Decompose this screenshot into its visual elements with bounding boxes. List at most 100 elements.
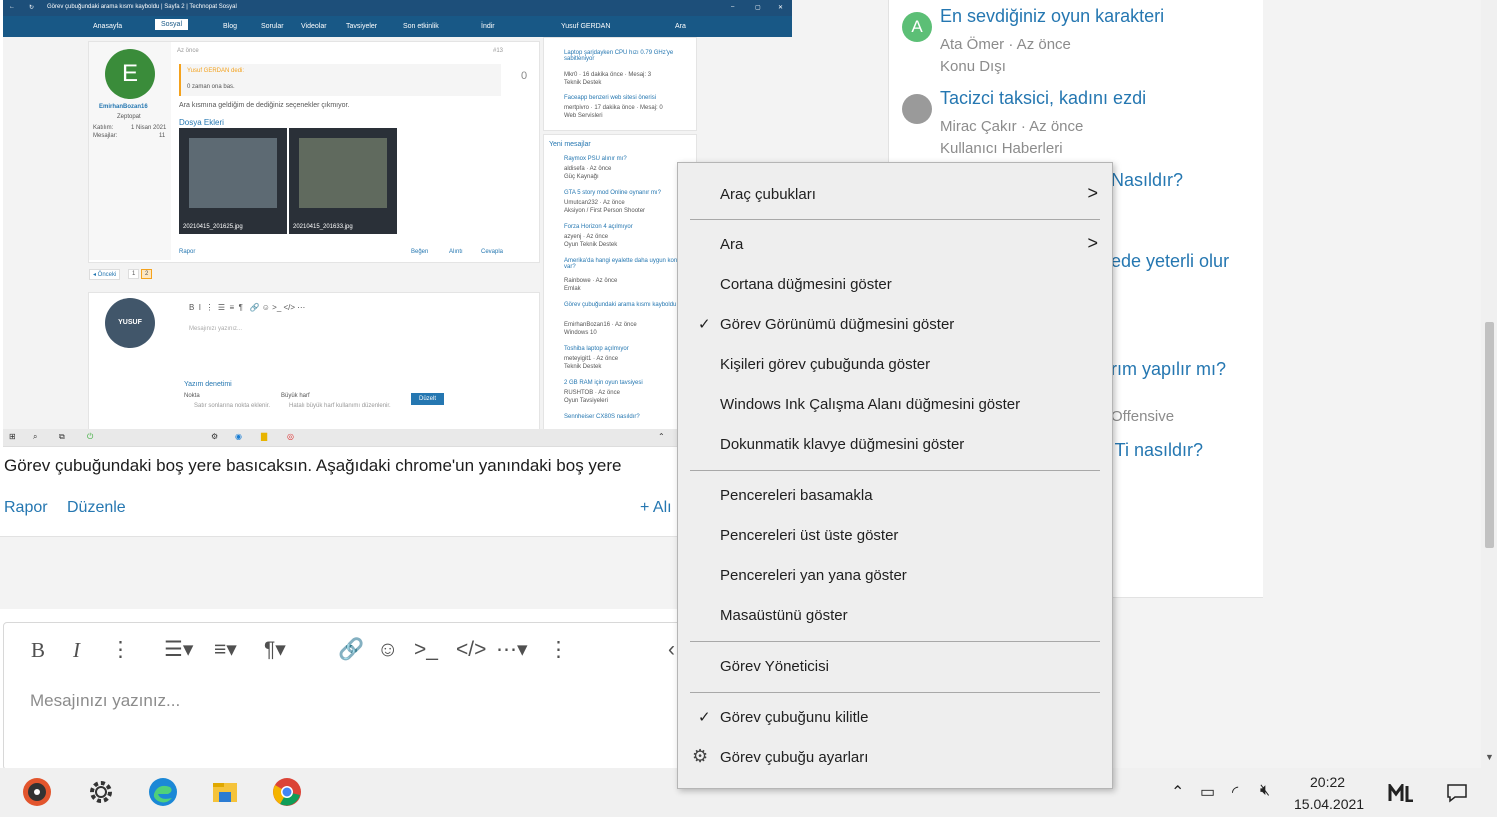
menu-item-cascade[interactable]: Pencereleri basamakla [678, 476, 1112, 516]
avatar[interactable] [902, 94, 932, 124]
spell-check-title: Yazım denetimi [184, 381, 232, 388]
thread-title-link[interactable]: rım yapılır mı? [1111, 359, 1226, 380]
thread-title-link[interactable]: ) Ti nasıldır? [1104, 440, 1203, 461]
thread-meta: meteyigit1 · Az önce [564, 356, 619, 362]
align-button[interactable]: ≡▾ [214, 638, 237, 662]
battery-icon[interactable]: ▭ [1200, 782, 1215, 802]
more-insert-icon[interactable]: ⋯▾ [496, 638, 528, 662]
menu-item-search[interactable]: Ara > [678, 225, 1112, 265]
code-block-icon[interactable]: </> [456, 638, 486, 662]
reload-icon: ↻ [29, 5, 35, 11]
code-inline-icon[interactable]: >_ [414, 638, 438, 662]
thread-title: 2 GB RAM için oyun tavsiyesi [564, 380, 643, 386]
vote-score: 0 [521, 70, 528, 82]
sidebar-thread-item[interactable]: Tacizci taksici, kadını ezdi Mirac Çakır… [902, 88, 1242, 158]
menu-item-side-by-side[interactable]: Pencereleri yan yana göster [678, 556, 1112, 596]
italic-button[interactable]: I [73, 638, 80, 662]
clock-time[interactable]: 20:22 [1310, 774, 1345, 790]
messages-label: Mesajlar: [93, 133, 118, 139]
show-hidden-icons-chevron-icon[interactable]: ⌃ [1171, 782, 1184, 802]
post-body: Ara kısmına geldiğim de dediğiniz seçene… [179, 102, 350, 109]
settings-gear-icon[interactable] [86, 777, 116, 807]
menu-item-lock-taskbar[interactable]: ✓ Görev çubuğunu kilitle [678, 698, 1112, 738]
chrome-icon[interactable] [272, 777, 302, 807]
task-view-icon: ⧉ [59, 432, 65, 441]
scroll-down-arrow-icon[interactable]: ▼ [1485, 752, 1494, 762]
post-message-text: Görev çubuğundaki boş yere basıcaksın. A… [4, 456, 622, 475]
avatar[interactable]: A [902, 12, 932, 42]
embedded-post: E EmirhanBozan16 Zeptopat Katılım: 1 Nis… [88, 41, 540, 263]
nav-item-active: Sosyal [155, 19, 189, 30]
report-link: Rapor [179, 249, 196, 255]
more-options-icon[interactable]: ⋮ [548, 638, 569, 662]
sidebar-thread-item[interactable]: A En sevdiğiniz oyun karakteri Ata Ömer … [902, 6, 1242, 76]
menu-item-toolbars[interactable]: Araç çubukları > [678, 175, 1112, 215]
paragraph-button[interactable]: ¶▾ [264, 638, 286, 662]
username: EmirhanBozan16 [99, 104, 148, 110]
edge-icon[interactable] [148, 777, 178, 807]
more-options-icon[interactable]: ⋮ [110, 638, 131, 662]
thread-title-link[interactable]: Nasıldır? [1111, 170, 1183, 191]
post-time: Az önce [177, 48, 199, 54]
spell-option-2: Büyük harf [281, 393, 310, 399]
thread-title: GTA 5 story mod Online oynanır mı? [564, 190, 661, 196]
edit-link[interactable]: Düzenle [67, 499, 126, 517]
undo-icon[interactable]: ‹ [668, 638, 675, 662]
embedded-new-messages: Yeni mesajlar Raymox PSU alınır mı? aldi… [543, 134, 697, 436]
menu-item-cortana[interactable]: Cortana düğmesini göster [678, 265, 1112, 305]
thread-forum: Teknik Destek [564, 80, 602, 86]
quote-text: 0 zaman ona bas. [187, 84, 235, 90]
embedded-screenshot[interactable]: ← ↻ Görev çubuğundaki arama kısmı kaybol… [3, 0, 792, 447]
page-scrollbar[interactable]: ▼ [1481, 0, 1497, 768]
notification-center-icon[interactable] [1446, 783, 1468, 803]
attachment-name: 20210415_201633.jpg [293, 224, 353, 230]
photo-image [299, 138, 387, 208]
message-input[interactable]: Mesajınızı yazınız... [30, 691, 180, 711]
chevron-right-icon: > [1087, 183, 1098, 203]
joined-value: 1 Nisan 2021 [131, 125, 167, 131]
app-tray-icon[interactable] [1388, 784, 1414, 802]
thread-meta: azyenj · Az önce [564, 234, 609, 240]
thread-forum: Oyun Teknik Destek [564, 242, 618, 248]
thread-title-link[interactable]: En sevdiğiniz oyun karakteri [940, 6, 1164, 27]
menu-item-stack[interactable]: Pencereleri üst üste göster [678, 516, 1112, 556]
emoji-icon[interactable]: ☺ [377, 638, 398, 662]
menu-item-show-desktop[interactable]: Masaüstünü göster [678, 596, 1112, 636]
menu-item-touch-keyboard[interactable]: Dokunmatik klavye düğmesini göster [678, 425, 1112, 465]
file-explorer-icon: ▇ [261, 432, 268, 441]
menu-item-people[interactable]: Kişileri görev çubuğunda göster [678, 345, 1112, 385]
checkmark-icon: ✓ [698, 316, 711, 333]
thread-forum-link[interactable]: Offensive [1111, 408, 1174, 425]
windows-start-icon: ⊞ [9, 432, 16, 441]
scrollbar-thumb[interactable] [1485, 322, 1494, 548]
menu-item-taskbar-settings[interactable]: ⚙ Görev çubuğu ayarları [678, 738, 1112, 778]
menu-item-task-view[interactable]: ✓ Görev Görünümü düğmesini göster [678, 305, 1112, 345]
menu-item-task-manager[interactable]: Görev Yöneticisi [678, 647, 1112, 687]
file-explorer-icon[interactable] [210, 777, 240, 807]
media-player-icon[interactable] [22, 777, 52, 807]
nav-item: Son etkinlik [403, 23, 439, 30]
post-number: #13 [493, 48, 504, 54]
maximize-icon: ▢ [755, 5, 761, 11]
volume-muted-icon[interactable]: 🔇︎ [1260, 782, 1270, 800]
wifi-icon[interactable]: ◜ [1232, 782, 1238, 802]
gear-icon: ⚙ [692, 746, 709, 766]
thread-forum: Aksiyon / First Person Shooter [564, 208, 646, 214]
link-icon[interactable]: 🔗 [338, 638, 364, 662]
clock-date[interactable]: 15.04.2021 [1294, 796, 1364, 812]
nav-item: İndir [481, 23, 495, 30]
bold-button[interactable]: B [31, 638, 45, 662]
quote-link[interactable]: + Alı [640, 499, 672, 517]
thread-forum-link[interactable]: Kullanıcı Haberleri [940, 140, 1063, 157]
thread-title-link[interactable]: Tacizci taksici, kadını ezdi [940, 88, 1146, 109]
report-link[interactable]: Rapor [4, 499, 48, 517]
menu-item-label: Görev çubuğu ayarları [720, 749, 869, 766]
menu-item-label: Ara [720, 236, 744, 253]
list-button[interactable]: ☰▾ [164, 638, 193, 662]
taskbar-context-menu[interactable]: Araç çubukları > Ara > Cortana düğmesini… [677, 162, 1113, 789]
thread-title-link[interactable]: ede yeterli olur [1111, 251, 1229, 272]
thread-forum-link[interactable]: Konu Dışı [940, 58, 1006, 75]
thread-title: Toshiba laptop açılmıyor [564, 346, 629, 352]
menu-item-windows-ink[interactable]: Windows Ink Çalışma Alanı düğmesini göst… [678, 385, 1112, 425]
page-1: 1 [128, 269, 140, 279]
